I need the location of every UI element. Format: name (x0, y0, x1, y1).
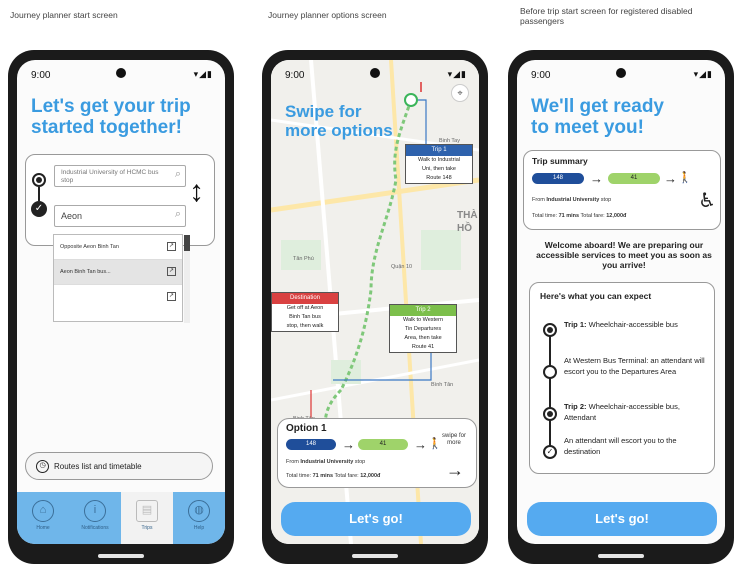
signal-battery-icon: ▾◢▮ (193, 69, 213, 79)
timeline-line (549, 331, 551, 453)
globe-icon: ◍ (188, 500, 210, 522)
arrow-right-icon: → (342, 437, 355, 452)
screen: 9:00 ▾◢▮ We'll get ready to meet you! Tr… (517, 60, 725, 544)
signal-battery-icon: ▾◢▮ (693, 69, 713, 79)
home-indicator[interactable] (352, 554, 398, 558)
phone-start-screen: 9:00 ▾◢▮ Let's get your trip started tog… (8, 50, 234, 564)
origin-marker-icon (32, 173, 46, 187)
clock-icon: ◷ (36, 460, 49, 473)
lets-go-button[interactable]: Let's go! (527, 502, 717, 536)
trip-totals: Total time: 71 mins Total fare: 12,000đ (532, 213, 627, 219)
page-title: Swipe for more options (285, 102, 393, 140)
page-title: Let's get your trip started together! (31, 96, 191, 138)
walking-icon: 🚶 (428, 438, 442, 450)
destination-suggestions: Opposite Aeon Binh Tan ↗ Aeon Binh Tan b… (53, 234, 190, 323)
timeline-step: Trip 2: Wheelchair-accessible bus, Atten… (564, 402, 680, 422)
nav-notifications[interactable]: i Notifications (69, 492, 121, 544)
caption-ready-screen: Before trip start screen for registered … (520, 6, 693, 26)
phone-options-screen: Binh Tay Tân Phú Quận 10 Bình Tân THÀ HỒ… (262, 50, 488, 564)
camera-icon (370, 68, 380, 78)
nav-home[interactable]: ⌂ Home (17, 492, 69, 544)
arrow-right-icon[interactable]: → (446, 461, 464, 479)
timeline-stop-icon (543, 407, 557, 421)
route-badge: 148 (532, 173, 584, 184)
list-item[interactable]: Opposite Aeon Binh Tan ↗ (54, 235, 182, 260)
destination-input[interactable]: Aeon ⌕ (54, 205, 186, 227)
route-connector (38, 187, 40, 201)
expectations-card: Here's what you can expect ✓ Trip 1: Whe… (529, 282, 715, 474)
timeline-stop-icon (543, 323, 557, 337)
option-title: Option 1 (286, 423, 327, 434)
open-icon[interactable]: ↗ (167, 267, 176, 276)
search-icon[interactable]: ⌕ (175, 209, 181, 220)
map-label: HỒ (457, 223, 472, 234)
open-icon[interactable]: ↗ (167, 242, 176, 251)
timeline-step: At Western Bus Terminal: an attendant wi… (564, 356, 705, 376)
summary-title: Trip summary (532, 156, 588, 166)
route-badge: 41 (608, 173, 660, 184)
camera-icon (116, 68, 126, 78)
caption-start-screen: Journey planner start screen (10, 10, 118, 20)
caption-options-screen: Journey planner options screen (268, 10, 387, 20)
open-icon[interactable]: ↗ (167, 292, 176, 301)
destination-check-icon: ✓ (31, 201, 47, 217)
scrollbar[interactable] (184, 235, 190, 323)
destination-callout[interactable]: Destination Get off at Aeon Binh Tan bus… (271, 292, 339, 332)
route-badge: 41 (358, 439, 408, 450)
home-indicator[interactable] (98, 554, 144, 558)
status-time: 9:00 (531, 70, 551, 81)
trip2-callout[interactable]: Trip 2 Walk to Western Tin Departures Ar… (389, 304, 457, 353)
phone-ready-screen: 9:00 ▾◢▮ We'll get ready to meet you! Tr… (508, 50, 734, 564)
origin-input[interactable]: Industrial University of HCMC bus stop ⌕ (54, 165, 186, 187)
arrow-right-icon: → (664, 171, 677, 186)
list-item[interactable]: ↗ (54, 285, 182, 310)
locate-icon[interactable]: ⌖ (451, 84, 469, 102)
lets-go-button[interactable]: Let's go! (281, 502, 471, 536)
from-stop: From Industrial University stop (286, 459, 366, 465)
status-time: 9:00 (285, 70, 305, 81)
camera-icon (616, 68, 626, 78)
timeline-node-icon (543, 365, 557, 379)
swap-direction-icon[interactable]: ↕ (189, 177, 204, 207)
wheelchair-icon: ♿ (698, 190, 716, 212)
status-bar: 9:00 ▾◢▮ (17, 60, 225, 88)
map-label: THÀ (457, 210, 478, 221)
expect-title: Here's what you can expect (540, 291, 652, 301)
map-label: Bình Tân (431, 382, 454, 388)
status-time: 9:00 (31, 70, 51, 81)
home-icon: ⌂ (32, 500, 54, 522)
trip-summary-card: Trip summary 148 → 41 → 🚶 From Industria… (523, 150, 721, 230)
map-label: Quận 10 (391, 264, 413, 270)
screen: 9:00 ▾◢▮ Let's get your trip started tog… (17, 60, 225, 544)
route-option-card[interactable]: Option 1 148 → 41 → 🚶 From Industrial Un… (277, 418, 477, 488)
route-badge: 148 (286, 439, 336, 450)
list-item[interactable]: Aeon Binh Tan bus... ↗ (54, 260, 182, 285)
status-bar: 9:00 ▾◢▮ (271, 60, 479, 88)
walking-icon: 🚶 (678, 172, 692, 184)
info-icon: i (84, 500, 106, 522)
bottom-nav: ⌂ Home i Notifications ▤ Trips ◍ Help (17, 492, 225, 544)
trip-totals: Total time: 71 mins Total fare: 12,000đ (286, 473, 381, 479)
home-indicator[interactable] (598, 554, 644, 558)
timeline-step: Trip 1: Wheelchair-accessible bus (564, 320, 678, 329)
routes-timetable-button[interactable]: ◷ Routes list and timetable (25, 452, 213, 480)
page-title: We'll get ready to meet you! (531, 96, 664, 138)
trip1-callout[interactable]: Trip 1 Walk to Industrial Uni, then take… (405, 144, 473, 184)
nav-help[interactable]: ◍ Help (173, 492, 225, 544)
swipe-hint: swipe for more (442, 433, 467, 446)
arrow-right-icon: → (414, 437, 427, 452)
timeline-step: An attendant will escort you to the dest… (564, 436, 677, 456)
search-icon[interactable]: ⌕ (175, 169, 181, 180)
check-icon: ✓ (543, 445, 557, 459)
status-bar: 9:00 ▾◢▮ (517, 60, 725, 88)
signal-battery-icon: ▾◢▮ (447, 69, 467, 79)
from-stop: From Industrial University stop (532, 197, 612, 203)
welcome-message: Welcome aboard! We are preparing our acc… (536, 240, 712, 270)
screen: Binh Tay Tân Phú Quận 10 Bình Tân THÀ HỒ… (271, 60, 479, 544)
clipboard-icon: ▤ (136, 500, 158, 522)
route-search-card: ✓ Industrial University of HCMC bus stop… (25, 154, 215, 246)
map-label: Tân Phú (293, 256, 314, 262)
arrow-right-icon: → (590, 171, 603, 186)
nav-trips[interactable]: ▤ Trips (121, 492, 173, 544)
